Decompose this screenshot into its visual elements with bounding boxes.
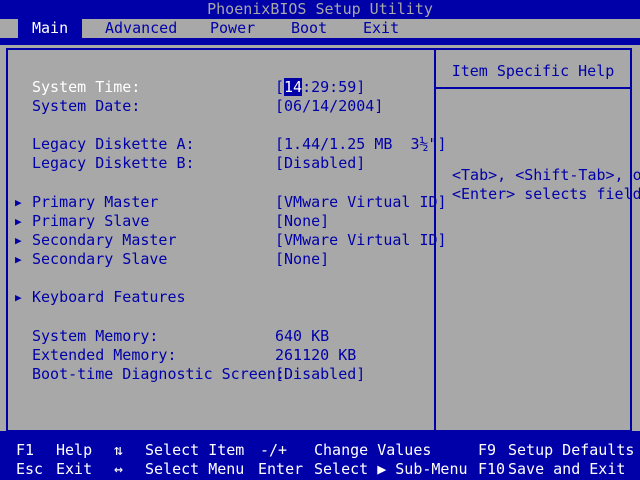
system-time-rest: :29:59]: [302, 78, 366, 96]
extended-memory-value: 261120 KB: [275, 346, 357, 364]
key-minus-plus: -/+: [260, 441, 288, 459]
main-panel: Item Specific Help <Tab>, <Shift-Tab>, o…: [0, 45, 640, 432]
row-system-time[interactable]: System Time: [14:29:59]: [0, 78, 640, 97]
row-legacy-b[interactable]: Legacy Diskette B: [Disabled]: [0, 154, 640, 173]
key-save-exit-desc: Save and Exit: [508, 460, 626, 478]
boot-diagnostic-label: Boot-time Diagnostic Screen:: [32, 365, 285, 383]
key-setup-defaults-desc: Setup Defaults: [508, 441, 635, 459]
system-memory-value: 640 KB: [275, 327, 330, 345]
secondary-master-value: [VMware Virtual ID]: [275, 231, 447, 249]
menu-main[interactable]: Main: [18, 19, 83, 38]
primary-master-label: Primary Master: [32, 193, 159, 211]
submenu-arrow-icon: ▶: [15, 215, 22, 228]
bios-title-bar: PhoenixBIOS Setup Utility: [0, 0, 640, 19]
system-time-hour[interactable]: 14: [284, 78, 303, 96]
row-primary-slave[interactable]: ▶ Primary Slave [None]: [0, 212, 640, 231]
system-date-label: System Date:: [32, 97, 141, 115]
menu-boot[interactable]: Boot: [283, 19, 335, 38]
key-esc: Esc: [16, 460, 44, 478]
up-down-arrows-icon: ⇅: [114, 441, 124, 459]
submenu-arrow-icon: ▶: [15, 291, 22, 304]
key-change-values-desc: Change Values: [314, 441, 432, 459]
row-system-date[interactable]: System Date: [06/14/2004]: [0, 97, 640, 116]
legacy-b-label: Legacy Diskette B:: [32, 154, 195, 172]
row-legacy-a[interactable]: Legacy Diskette A: [1.44/1.25 MB 3½"]: [0, 135, 640, 154]
submenu-arrow-icon: ▶: [15, 234, 22, 247]
row-keyboard-features[interactable]: ▶ Keyboard Features: [0, 288, 640, 307]
key-f9: F9: [478, 441, 497, 459]
menu-exit[interactable]: Exit: [355, 19, 407, 38]
key-help-desc: Help: [56, 441, 93, 459]
primary-master-value: [VMware Virtual ID]: [275, 193, 447, 211]
row-boot-diagnostic[interactable]: Boot-time Diagnostic Screen: [Disabled]: [0, 365, 640, 384]
row-secondary-slave[interactable]: ▶ Secondary Slave [None]: [0, 250, 640, 269]
extended-memory-label: Extended Memory:: [32, 346, 177, 364]
key-select-submenu-desc: Select ▶ Sub-Menu: [314, 460, 468, 478]
row-extended-memory: Extended Memory: 261120 KB: [0, 346, 640, 365]
left-right-arrows-icon: ↔: [114, 460, 124, 478]
key-select-menu-desc: Select Menu: [145, 460, 245, 478]
key-enter: Enter: [258, 460, 304, 478]
row-primary-master[interactable]: ▶ Primary Master [VMware Virtual ID]: [0, 193, 640, 212]
row-system-memory: System Memory: 640 KB: [0, 327, 640, 346]
legacy-a-label: Legacy Diskette A:: [32, 135, 195, 153]
key-select-item-desc: Select Item: [145, 441, 245, 459]
key-f10: F10: [478, 460, 506, 478]
submenu-arrow-icon: ▶: [15, 253, 22, 266]
secondary-slave-value: [None]: [275, 250, 330, 268]
key-legend-footer: F1 Help ⇅ Select Item -/+ Change Values …: [0, 440, 640, 480]
system-date-value[interactable]: [06/14/2004]: [275, 97, 383, 116]
boot-diagnostic-value[interactable]: [Disabled]: [275, 365, 365, 384]
menu-power[interactable]: Power: [202, 19, 263, 38]
legacy-a-value[interactable]: [1.44/1.25 MB 3½"]: [275, 135, 447, 154]
row-secondary-master[interactable]: ▶ Secondary Master [VMware Virtual ID]: [0, 231, 640, 250]
submenu-arrow-icon: ▶: [15, 196, 22, 209]
system-time-value[interactable]: [14:29:59]: [275, 78, 365, 97]
key-exit-desc: Exit: [56, 460, 93, 478]
menu-advanced[interactable]: Advanced: [97, 19, 185, 38]
menu-bar: Main Advanced Power Boot Exit: [0, 19, 640, 38]
bios-title: PhoenixBIOS Setup Utility: [207, 0, 433, 18]
key-f1: F1: [16, 441, 35, 459]
system-time-label: System Time:: [32, 78, 141, 96]
legacy-b-value[interactable]: [Disabled]: [275, 154, 365, 173]
secondary-master-label: Secondary Master: [32, 231, 177, 249]
system-memory-label: System Memory:: [32, 327, 159, 345]
keyboard-features-label: Keyboard Features: [32, 288, 186, 306]
secondary-slave-label: Secondary Slave: [32, 250, 168, 268]
primary-slave-value: [None]: [275, 212, 330, 230]
primary-slave-label: Primary Slave: [32, 212, 150, 230]
